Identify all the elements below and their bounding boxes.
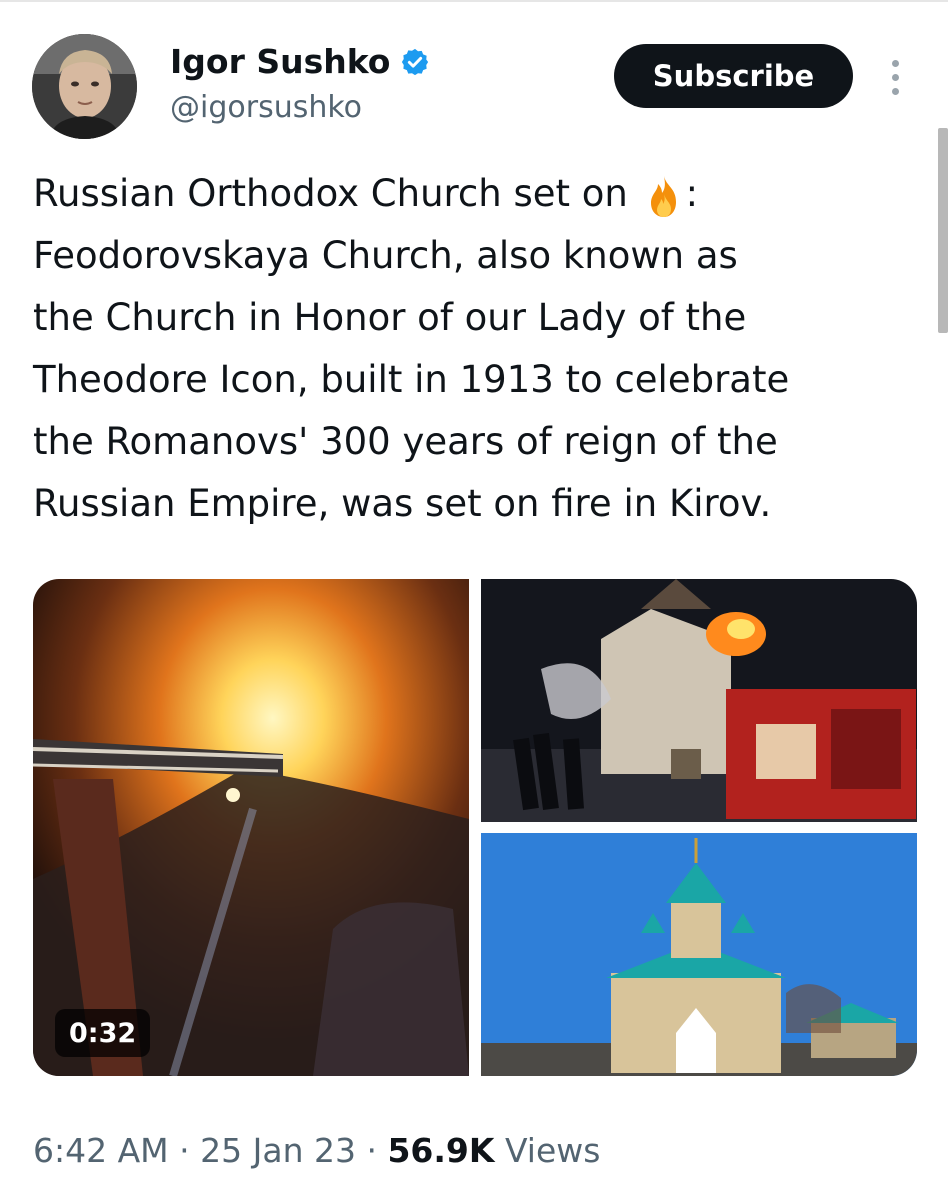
verified-badge-icon[interactable] <box>400 47 430 77</box>
photo-church-exterior[interactable] <box>481 833 917 1076</box>
tweet-line1-end: : <box>685 172 699 215</box>
avatar-image <box>32 34 137 139</box>
tweet-date[interactable]: 25 Jan 23 <box>200 1131 356 1170</box>
tweet-time[interactable]: 6:42 AM <box>33 1131 169 1170</box>
tweet-text: Russian Orthodox Church set on : Feodoro… <box>33 163 913 535</box>
subscribe-button[interactable]: Subscribe <box>614 44 853 108</box>
media-grid: 0:32 <box>33 579 917 1076</box>
photo-church-fire[interactable] <box>481 579 917 822</box>
tweet-line1: Russian Orthodox Church set on <box>33 172 640 215</box>
fire-emoji-icon <box>644 174 684 218</box>
meta-separator: · <box>168 1131 201 1170</box>
author-name[interactable]: Igor Sushko <box>170 42 390 81</box>
author-handle[interactable]: @igorsushko <box>170 90 362 125</box>
tweet-body: Feodorovskaya Church, also known as the … <box>33 234 790 525</box>
more-vertical-icon[interactable] <box>886 58 906 98</box>
avatar[interactable] <box>32 34 137 139</box>
views-count: 56.9K <box>387 1131 495 1170</box>
top-divider <box>0 0 948 2</box>
views-label: Views <box>494 1131 601 1170</box>
video-thumbnail[interactable]: 0:32 <box>33 579 469 1076</box>
meta-separator-2: · <box>355 1131 388 1170</box>
scrollbar-thumb[interactable] <box>938 128 948 333</box>
video-duration-badge: 0:32 <box>55 1009 151 1057</box>
tweet-meta: 6:42 AM · 25 Jan 23 · 56.9K Views <box>33 1131 600 1170</box>
